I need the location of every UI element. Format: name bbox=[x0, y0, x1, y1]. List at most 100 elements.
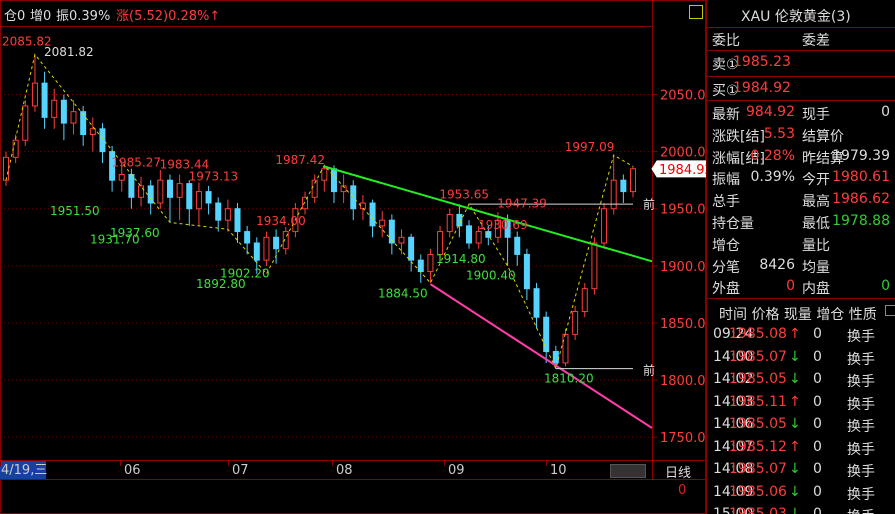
y-tick-label: 1850.00 bbox=[660, 317, 706, 332]
tick-row: 14:00 1985.07 ↓ 0 换手 bbox=[707, 347, 895, 369]
candle-body bbox=[31, 82, 38, 107]
stat-label: 增仓 bbox=[712, 237, 740, 254]
peak-label: 1930.69 bbox=[478, 218, 528, 232]
candle-body bbox=[523, 253, 530, 290]
candle-body bbox=[138, 185, 145, 198]
candle-body bbox=[157, 179, 164, 204]
stat-row: 总手 最高 1986.62 bbox=[707, 189, 895, 211]
candle-body bbox=[273, 236, 280, 250]
amplitude-value: 振0.39% bbox=[56, 9, 111, 24]
tick-price: 1985.12 bbox=[729, 438, 787, 455]
change-value: 涨(5.52)0.28%↑ bbox=[116, 9, 221, 24]
tick-nature: 换手 bbox=[847, 506, 875, 514]
stat-value: 0.39% bbox=[750, 169, 795, 186]
tick-row: 14:03 1985.11 ↑ 0 换手 bbox=[707, 392, 895, 414]
candle-body bbox=[3, 156, 9, 181]
peak-label: 2085.82 bbox=[2, 35, 52, 49]
stat-row: 最新 984.92 现手 0 bbox=[707, 102, 895, 124]
price-chart[interactable]: 2050.00 2000.00 1950.00 1900.00 1850.00 1800.… bbox=[0, 0, 706, 514]
candle-body bbox=[176, 183, 183, 198]
candle-body bbox=[350, 185, 357, 210]
candle-body bbox=[417, 259, 424, 273]
tick-direction: ↓ bbox=[789, 483, 801, 500]
divider bbox=[707, 100, 895, 101]
ticks-header-row: 时间 价格 现量 增仓 性质 bbox=[707, 302, 895, 324]
candle-body bbox=[601, 208, 608, 244]
last-price-label: 1984.92 bbox=[659, 163, 706, 178]
candle-body bbox=[224, 208, 231, 221]
tick-price: 1985.07 bbox=[729, 348, 787, 365]
tick-nature: 换手 bbox=[847, 441, 875, 458]
divider bbox=[707, 298, 895, 299]
stat-label: 振幅 bbox=[712, 172, 740, 189]
tick-direction: ↑ bbox=[789, 326, 801, 342]
tick-volume: 0 bbox=[813, 393, 822, 410]
y-tick-label: 1950.00 bbox=[660, 203, 706, 218]
tick-nature: 换手 bbox=[847, 419, 875, 435]
stat-value: 0 bbox=[786, 278, 795, 295]
peak-label: 1985.27 bbox=[111, 155, 161, 169]
stat-label: 内盘 bbox=[802, 281, 830, 298]
candle-body bbox=[22, 105, 29, 141]
stat-value: 1980.61 bbox=[832, 169, 890, 186]
sell-price: 1985.23 bbox=[733, 54, 791, 70]
stat-label: 均量 bbox=[802, 259, 830, 276]
candle-body bbox=[60, 99, 67, 124]
candle-body bbox=[51, 99, 58, 118]
candle-body bbox=[215, 202, 222, 221]
tick-nature: 换手 bbox=[847, 351, 875, 368]
trough-label: 1892.80 bbox=[196, 277, 246, 291]
tick-row: 14:09 1985.06 ↓ 0 换手 bbox=[707, 482, 895, 504]
stat-row: 振幅 0.39% 今开 1980.61 bbox=[707, 167, 895, 189]
weicha-label: 委差 bbox=[802, 33, 830, 49]
tick-direction: ↑ bbox=[789, 438, 801, 455]
peak-label: 1934.00 bbox=[256, 214, 306, 228]
candle-body bbox=[99, 128, 106, 153]
candle-body bbox=[379, 219, 386, 227]
tick-nature: 换手 bbox=[847, 486, 875, 503]
stat-row: 分笔 8426 均量 bbox=[707, 255, 895, 277]
tick-direction: ↓ bbox=[789, 416, 801, 432]
candle-body bbox=[147, 185, 154, 204]
scrollbar-thumb[interactable] bbox=[610, 464, 646, 478]
candle-body bbox=[572, 311, 579, 335]
candle-body bbox=[562, 333, 569, 364]
stat-label: 现手 bbox=[802, 107, 830, 123]
x-tick-label: 06 bbox=[124, 463, 141, 478]
peak-label: 1987.42 bbox=[275, 153, 325, 167]
candle-body bbox=[514, 236, 521, 255]
candle-body bbox=[408, 236, 415, 261]
tick-price: 1985.08 bbox=[729, 326, 787, 342]
stat-value: 5.53 bbox=[763, 125, 795, 142]
tick-direction: ↑ bbox=[789, 393, 801, 410]
tick-volume: 0 bbox=[813, 438, 822, 455]
stat-label: 总手 bbox=[712, 194, 740, 211]
trough-label: 1810.20 bbox=[544, 371, 594, 385]
candle-body bbox=[195, 191, 202, 210]
expand-icon[interactable] bbox=[885, 305, 895, 316]
tick-volume: 0 bbox=[813, 506, 822, 514]
candle-body bbox=[446, 213, 453, 233]
candle-body bbox=[591, 242, 598, 290]
tick-volume: 0 bbox=[813, 416, 822, 432]
tick-volume: 0 bbox=[813, 348, 822, 365]
candle-body bbox=[581, 288, 588, 313]
tick-row: 14:07 1985.12 ↑ 0 换手 bbox=[707, 437, 895, 459]
candle-body bbox=[475, 231, 482, 244]
divider bbox=[707, 76, 895, 77]
stat-value: 0 bbox=[881, 104, 890, 120]
candle-body bbox=[70, 111, 77, 124]
tick-price: 1985.07 bbox=[729, 461, 787, 477]
candle-body bbox=[630, 168, 636, 193]
support-trendline bbox=[429, 283, 653, 429]
period-label[interactable]: 日线 bbox=[665, 462, 691, 481]
candle-body bbox=[330, 168, 337, 193]
instrument-title-row: XAU 伦敦黄金(3) bbox=[707, 4, 895, 26]
window-icon[interactable] bbox=[689, 5, 703, 19]
trough-label: 1931.70 bbox=[90, 233, 140, 247]
stat-label: 涨跌[结] bbox=[712, 128, 765, 145]
sell-row: 卖① 1985.23 bbox=[707, 52, 895, 74]
stat-label: 持仓量 bbox=[712, 216, 754, 232]
tick-row: 15:001985.03↓0换手 bbox=[707, 504, 895, 514]
tick-direction: ↓ bbox=[789, 348, 801, 365]
